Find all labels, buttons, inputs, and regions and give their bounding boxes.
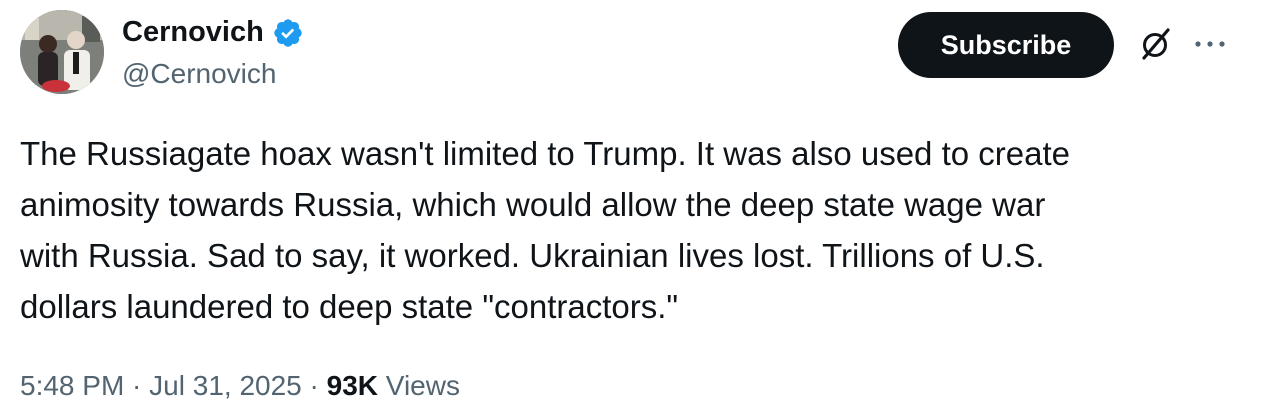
subscribe-button[interactable]: Subscribe	[898, 12, 1114, 78]
author-name-row: Cernovich	[122, 14, 304, 50]
tweet-date[interactable]: Jul 31, 2025	[149, 370, 302, 400]
views-label: Views	[378, 370, 460, 400]
meta-separator: ·	[301, 370, 327, 400]
verified-badge-icon	[272, 17, 304, 49]
author-handle[interactable]: @Cernovich	[122, 56, 276, 92]
meta-separator: ·	[124, 370, 150, 400]
avatar-photo	[20, 10, 104, 94]
views-count: 93K	[326, 370, 379, 400]
avatar[interactable]	[20, 10, 104, 94]
tweet-text: The Russiagate hoax wasn't limited to Tr…	[20, 135, 1070, 325]
more-horizontal-icon[interactable]	[1190, 26, 1230, 62]
tweet-time[interactable]: 5:48 PM	[20, 370, 124, 400]
grok-icon[interactable]	[1138, 26, 1174, 62]
tweet-meta: 5:48 PM · Jul 31, 2025 · 93K Views	[20, 366, 460, 400]
tweet-card: Cernovich @Cernovich Subscribe The Russi…	[0, 0, 1286, 400]
display-name[interactable]: Cernovich	[122, 14, 264, 50]
